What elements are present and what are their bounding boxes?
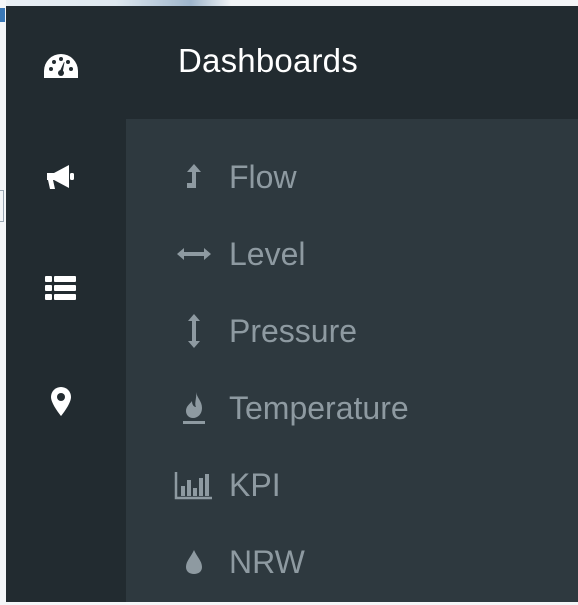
submenu-label: NRW bbox=[229, 544, 305, 580]
submenu-label: KPI bbox=[229, 467, 281, 503]
vertical-arrows-icon bbox=[174, 313, 214, 349]
submenu-item-level[interactable]: Level bbox=[126, 224, 578, 284]
submenu-label: Level bbox=[229, 236, 306, 272]
map-marker-icon[interactable] bbox=[41, 382, 81, 422]
horizontal-arrows-icon bbox=[174, 236, 214, 272]
flame-icon bbox=[174, 390, 214, 426]
submenu-item-pressure[interactable]: Pressure bbox=[126, 301, 578, 361]
list-icon[interactable] bbox=[41, 268, 81, 308]
megaphone-icon[interactable] bbox=[41, 158, 81, 198]
menu-header[interactable]: Dashboards bbox=[6, 6, 578, 119]
submenu-label: Flow bbox=[229, 159, 297, 195]
dashboards-title: Dashboards bbox=[178, 42, 358, 79]
bar-chart-icon bbox=[174, 467, 214, 503]
submenu-label: Pressure bbox=[229, 313, 358, 349]
background-fragment bbox=[0, 8, 5, 22]
water-drop-icon bbox=[174, 544, 214, 580]
flow-arrow-up-icon bbox=[174, 159, 214, 195]
background-fragment bbox=[0, 190, 4, 222]
submenu-item-nrw[interactable]: NRW bbox=[126, 532, 578, 592]
submenu-item-kpi[interactable]: KPI bbox=[126, 455, 578, 515]
submenu-item-flow[interactable]: Flow bbox=[126, 147, 578, 207]
navigation-menu: Dashboards Flow Level Pressure Temperatu… bbox=[6, 6, 578, 602]
submenu-label: Temperature bbox=[229, 390, 409, 426]
submenu-item-temperature[interactable]: Temperature bbox=[126, 378, 578, 438]
dashboard-icon[interactable] bbox=[41, 46, 81, 86]
